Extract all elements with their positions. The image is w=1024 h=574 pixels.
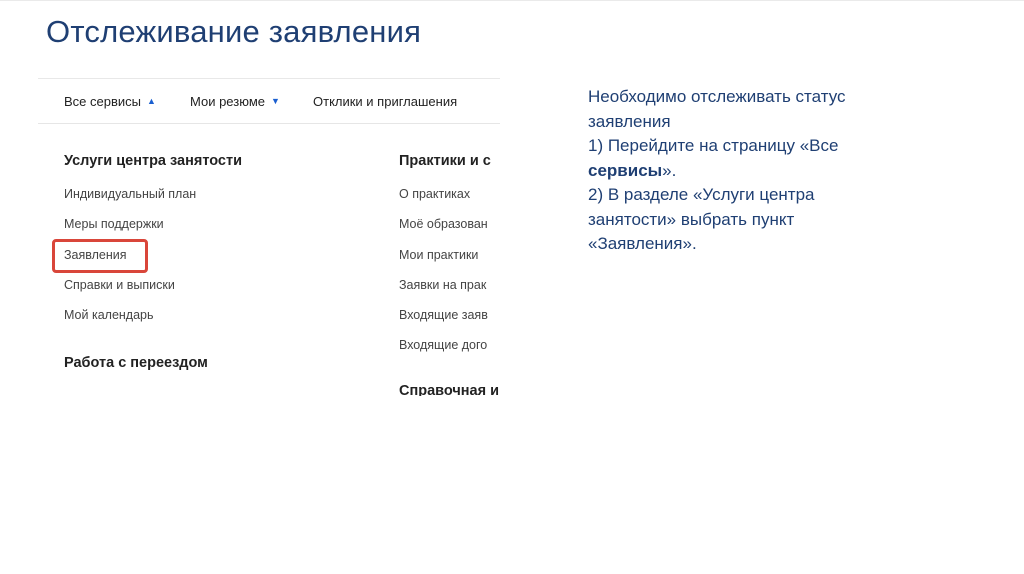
link-incoming-contracts[interactable]: Входящие дого [399,338,487,352]
instruction-line-4: сервисы». [588,159,928,184]
embedded-screenshot: Все сервисы ▲ Мои резюме ▼ Отклики и при… [38,78,500,396]
nav-my-resumes-label: Мои резюме [190,93,265,109]
nav-responses-label: Отклики и приглашения [313,93,458,109]
right-column-heading: Практики и с [399,153,491,169]
link-individual-plan[interactable]: Индивидуальный план [64,187,196,201]
top-navigation: Все сервисы ▲ Мои резюме ▼ Отклики и при… [38,78,500,124]
link-about-practices[interactable]: О практиках [399,187,470,201]
left-column-heading: Услуги центра занятости [64,153,242,169]
link-certificates[interactable]: Справки и выписки [64,278,175,292]
link-practice-requests[interactable]: Заявки на прак [399,278,486,292]
instruction-line-4-rest: ». [662,160,677,180]
instruction-services-bold: сервисы [588,160,663,180]
highlight-frame [52,239,148,273]
instruction-line-5: 2) В разделе «Услуги центра [588,185,815,204]
link-my-education[interactable]: Моё образован [399,217,488,231]
nav-responses-invitations[interactable]: Отклики и приглашения [313,94,457,109]
instruction-line-6: занятости» выбрать пункт [588,209,795,229]
link-my-calendar[interactable]: Мой календарь [64,308,154,322]
link-my-practices[interactable]: Мои практики [399,248,478,262]
slide-title: Отслеживание заявления [46,14,422,49]
instructions-text: Необходимо отслеживать статус заявления … [588,85,928,257]
instruction-line-3: 1) Перейдите на страницу «Все [588,136,839,155]
top-divider [0,0,1024,1]
right-column-heading-2: Справочная и [399,383,500,396]
nav-all-services[interactable]: Все сервисы ▲ [64,94,156,109]
instruction-line-7: «Заявления». [588,234,697,253]
link-incoming-requests[interactable]: Входящие заяв [399,308,488,322]
left-column-heading-2: Работа с переездом [64,355,208,371]
caret-down-icon: ▼ [271,96,280,106]
instruction-line-1: Необходимо отслеживать статус [588,87,846,106]
nav-my-resumes[interactable]: Мои резюме ▼ [190,94,280,109]
nav-all-services-label: Все сервисы [64,93,141,109]
link-support-measures[interactable]: Меры поддержки [64,217,164,231]
instruction-line-2: заявления [588,111,671,131]
caret-up-icon: ▲ [146,96,156,106]
